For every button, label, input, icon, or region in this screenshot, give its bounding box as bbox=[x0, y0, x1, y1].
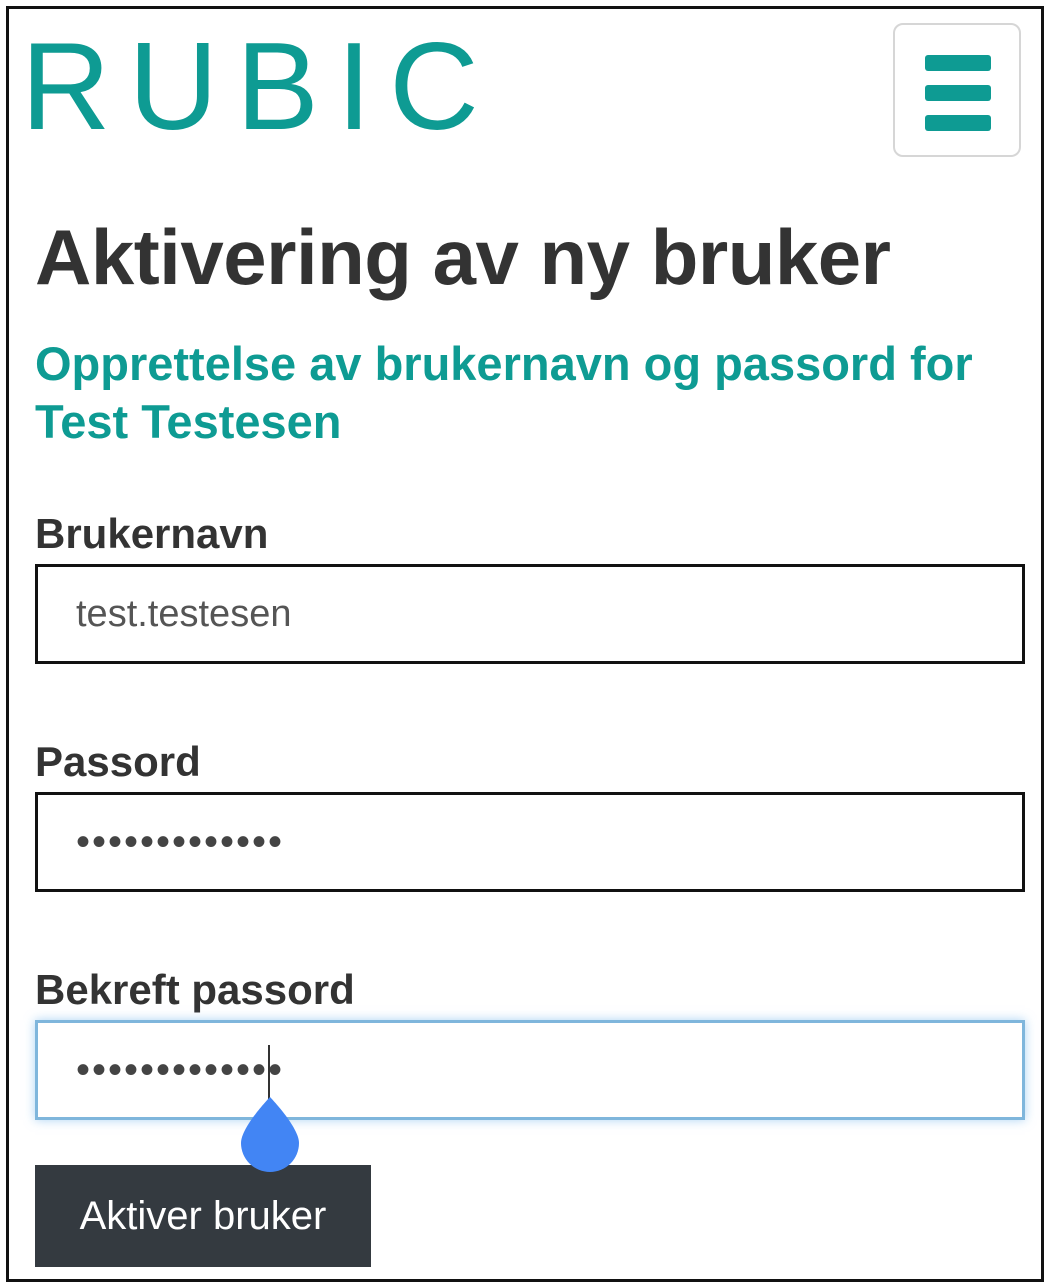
page-title: Aktivering av ny bruker bbox=[35, 213, 891, 301]
hamburger-menu-icon-bar bbox=[925, 115, 991, 131]
password-label: Passord bbox=[35, 738, 201, 785]
activate-user-button[interactable]: Aktiver bruker bbox=[35, 1165, 371, 1267]
hamburger-menu-icon bbox=[925, 55, 991, 71]
hamburger-menu-icon-bar bbox=[925, 85, 991, 101]
app-frame: RUBIC Aktivering av ny bruker Opprettels… bbox=[6, 6, 1044, 1282]
page-subtitle: Opprettelse av brukernavn og passord for… bbox=[35, 337, 973, 448]
username-input[interactable] bbox=[35, 564, 1025, 664]
rubic-logo[interactable]: RUBIC bbox=[21, 25, 497, 149]
menu-button[interactable] bbox=[893, 23, 1021, 157]
text-selection-handle-icon[interactable] bbox=[239, 1097, 301, 1173]
password-input[interactable] bbox=[35, 792, 1025, 892]
text-cursor bbox=[268, 1045, 270, 1103]
confirm-password-label: Bekreft passord bbox=[35, 966, 355, 1013]
username-label: Brukernavn bbox=[35, 510, 269, 557]
confirm-password-input[interactable] bbox=[35, 1020, 1025, 1120]
